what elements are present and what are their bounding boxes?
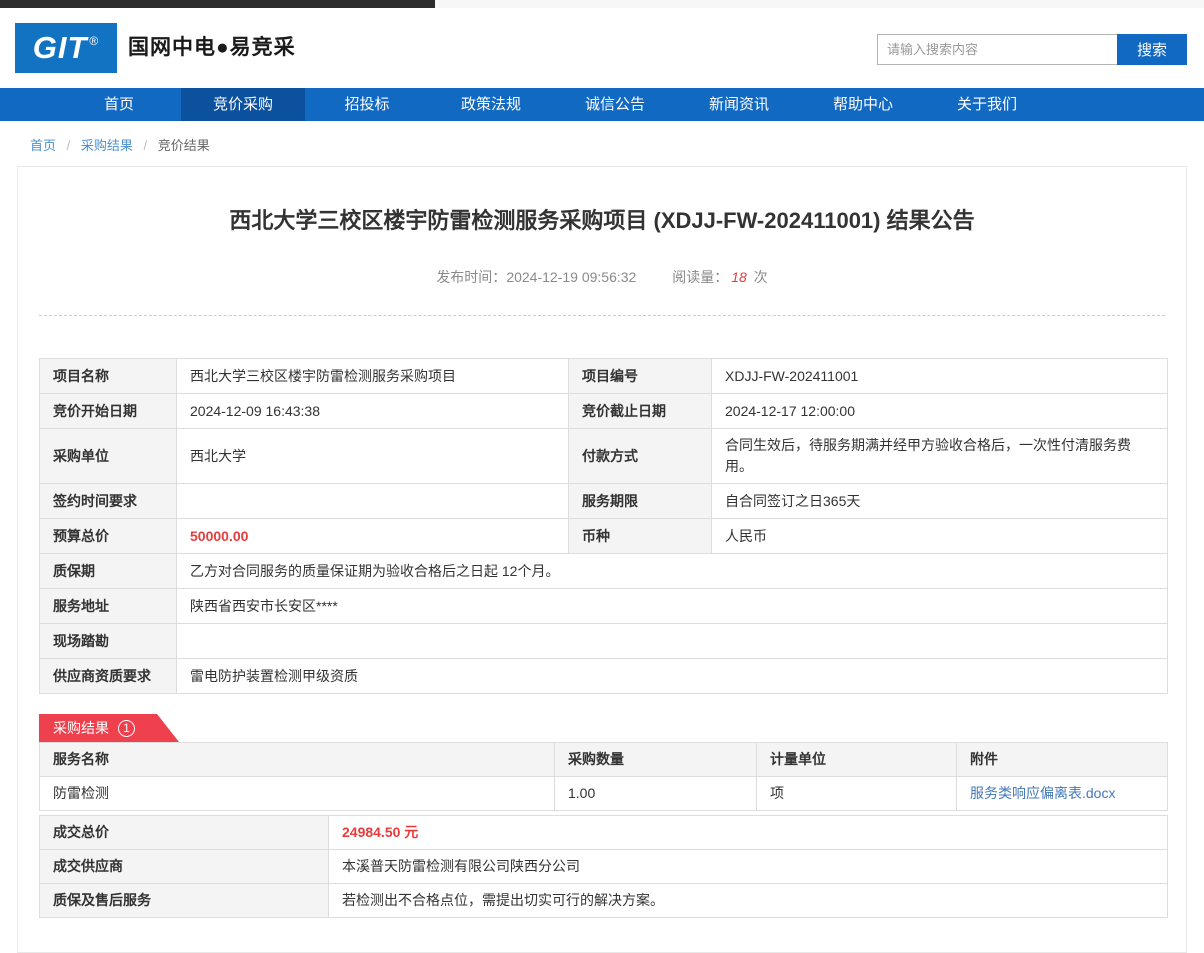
info-value: 西北大学 bbox=[177, 429, 569, 484]
column-header-attachment: 附件 bbox=[957, 743, 1168, 777]
budget-total-value: 50000.00 bbox=[177, 519, 569, 554]
nav-item-home[interactable]: 首页 bbox=[57, 88, 181, 121]
info-value: 西北大学三校区楼宇防雷检测服务采购项目 bbox=[177, 359, 569, 394]
top-strip-dark-segment bbox=[0, 0, 435, 8]
info-value: 合同生效后，待服务期满并经甲方验收合格后，一次性付清服务费用。 bbox=[712, 429, 1168, 484]
page-title: 西北大学三校区楼宇防雷检测服务采购项目 (XDJJ-FW-202411001) … bbox=[39, 203, 1165, 235]
nav-item-integrity-notice[interactable]: 诚信公告 bbox=[553, 88, 677, 121]
table-row: 服务地址 陕西省西安市长安区**** bbox=[40, 589, 1168, 624]
deal-summary-table: 成交总价 24984.50 元 成交供应商 本溪普天防雷检测有限公司陕西分公司 … bbox=[39, 815, 1168, 918]
breadcrumb-home-link[interactable]: 首页 bbox=[30, 138, 56, 153]
info-label: 采购单位 bbox=[40, 429, 177, 484]
nav-item-help-center[interactable]: 帮助中心 bbox=[801, 88, 925, 121]
info-value: 2024-12-09 16:43:38 bbox=[177, 394, 569, 429]
attachment-cell: 服务类响应偏离表.docx bbox=[957, 777, 1168, 811]
column-header-quantity: 采购数量 bbox=[555, 743, 757, 777]
info-label: 供应商资质要求 bbox=[40, 659, 177, 694]
info-value: XDJJ-FW-202411001 bbox=[712, 359, 1168, 394]
purchase-result-table: 服务名称 采购数量 计量单位 附件 防雷检测 1.00 项 服务类响应偏离表.d… bbox=[39, 742, 1168, 811]
main-nav: 首页 竞价采购 招投标 政策法规 诚信公告 新闻资讯 帮助中心 关于我们 bbox=[0, 88, 1204, 121]
top-strip bbox=[0, 0, 1204, 8]
info-label: 现场踏勘 bbox=[40, 624, 177, 659]
table-row: 采购单位 西北大学 付款方式 合同生效后，待服务期满并经甲方验收合格后，一次性付… bbox=[40, 429, 1168, 484]
breadcrumb-separator: / bbox=[144, 138, 148, 153]
summary-label: 质保及售后服务 bbox=[40, 884, 329, 918]
info-value: 雷电防护装置检测甲级资质 bbox=[177, 659, 1168, 694]
info-label: 服务地址 bbox=[40, 589, 177, 624]
search-bar: 搜索 bbox=[877, 34, 1187, 65]
dashed-divider bbox=[39, 315, 1165, 316]
breadcrumb-separator: / bbox=[67, 138, 71, 153]
announcement-card: 西北大学三校区楼宇防雷检测服务采购项目 (XDJJ-FW-202411001) … bbox=[17, 166, 1187, 953]
table-row: 成交总价 24984.50 元 bbox=[40, 816, 1168, 850]
info-label: 竞价截止日期 bbox=[569, 394, 712, 429]
site-brand-title: 国网中电●易竞采 bbox=[128, 8, 296, 88]
info-value: 陕西省西安市长安区**** bbox=[177, 589, 1168, 624]
search-input[interactable] bbox=[877, 34, 1117, 65]
nav-item-policy[interactable]: 政策法规 bbox=[429, 88, 553, 121]
table-header-row: 服务名称 采购数量 计量单位 附件 bbox=[40, 743, 1168, 777]
service-name-cell: 防雷检测 bbox=[40, 777, 555, 811]
summary-label: 成交供应商 bbox=[40, 850, 329, 884]
unit-cell: 项 bbox=[757, 777, 957, 811]
logo-text: GIT bbox=[33, 30, 88, 66]
nav-item-news[interactable]: 新闻资讯 bbox=[677, 88, 801, 121]
breadcrumb: 首页 / 采购结果 / 竞价结果 bbox=[0, 121, 1204, 166]
deal-total-price: 24984.50 元 bbox=[329, 816, 1168, 850]
info-value: 乙方对合同服务的质量保证期为验收合格后之日起 12个月。 bbox=[177, 554, 1168, 589]
info-label: 付款方式 bbox=[569, 429, 712, 484]
ribbon-label: 采购结果 bbox=[53, 718, 109, 738]
registered-trademark-icon: ® bbox=[89, 34, 99, 48]
info-label: 服务期限 bbox=[569, 484, 712, 519]
column-header-service-name: 服务名称 bbox=[40, 743, 555, 777]
attachment-link[interactable]: 服务类响应偏离表.docx bbox=[970, 785, 1115, 801]
info-label: 签约时间要求 bbox=[40, 484, 177, 519]
table-row: 防雷检测 1.00 项 服务类响应偏离表.docx bbox=[40, 777, 1168, 811]
breadcrumb-current-page: 竞价结果 bbox=[158, 138, 210, 153]
article-meta: 发布时间：2024-12-19 09:56:32 阅读量：18 次 bbox=[39, 267, 1165, 287]
table-row: 签约时间要求 服务期限 自合同签订之日365天 bbox=[40, 484, 1168, 519]
info-value: 自合同签订之日365天 bbox=[712, 484, 1168, 519]
breadcrumb-purchase-results-link[interactable]: 采购结果 bbox=[81, 138, 133, 153]
search-button[interactable]: 搜索 bbox=[1117, 34, 1187, 65]
nav-item-tender[interactable]: 招投标 bbox=[305, 88, 429, 121]
info-label: 预算总价 bbox=[40, 519, 177, 554]
quantity-cell: 1.00 bbox=[555, 777, 757, 811]
info-value: 2024-12-17 12:00:00 bbox=[712, 394, 1168, 429]
nav-item-bidding-purchase[interactable]: 竞价采购 bbox=[181, 88, 305, 121]
project-info-table: 项目名称 西北大学三校区楼宇防雷检测服务采购项目 项目编号 XDJJ-FW-20… bbox=[39, 358, 1168, 694]
info-value: 人民币 bbox=[712, 519, 1168, 554]
table-row: 竞价开始日期 2024-12-09 16:43:38 竞价截止日期 2024-1… bbox=[40, 394, 1168, 429]
purchase-result-ribbon: 采购结果 1 bbox=[39, 714, 179, 742]
winning-supplier: 本溪普天防雷检测有限公司陕西分公司 bbox=[329, 850, 1168, 884]
warranty-service: 若检测出不合格点位，需提出切实可行的解决方案。 bbox=[329, 884, 1168, 918]
info-label: 项目编号 bbox=[569, 359, 712, 394]
column-header-unit: 计量单位 bbox=[757, 743, 957, 777]
info-value bbox=[177, 624, 1168, 659]
info-label: 项目名称 bbox=[40, 359, 177, 394]
table-row: 成交供应商 本溪普天防雷检测有限公司陕西分公司 bbox=[40, 850, 1168, 884]
table-row: 项目名称 西北大学三校区楼宇防雷检测服务采购项目 项目编号 XDJJ-FW-20… bbox=[40, 359, 1168, 394]
summary-label: 成交总价 bbox=[40, 816, 329, 850]
site-header: GIT® 国网中电●易竞采 搜索 bbox=[0, 8, 1204, 88]
site-logo[interactable]: GIT® bbox=[15, 23, 117, 73]
publish-time: 发布时间：2024-12-19 09:56:32 bbox=[436, 269, 636, 285]
info-label: 竞价开始日期 bbox=[40, 394, 177, 429]
table-row: 质保及售后服务 若检测出不合格点位，需提出切实可行的解决方案。 bbox=[40, 884, 1168, 918]
table-row: 预算总价 50000.00 币种 人民币 bbox=[40, 519, 1168, 554]
info-label: 币种 bbox=[569, 519, 712, 554]
table-row: 质保期 乙方对合同服务的质量保证期为验收合格后之日起 12个月。 bbox=[40, 554, 1168, 589]
info-value bbox=[177, 484, 569, 519]
view-count-number: 18 bbox=[731, 269, 747, 285]
info-label: 质保期 bbox=[40, 554, 177, 589]
nav-item-about-us[interactable]: 关于我们 bbox=[925, 88, 1049, 121]
table-row: 供应商资质要求 雷电防护装置检测甲级资质 bbox=[40, 659, 1168, 694]
table-row: 现场踏勘 bbox=[40, 624, 1168, 659]
result-count-badge: 1 bbox=[118, 720, 135, 737]
view-count: 阅读量：18 次 bbox=[672, 269, 767, 285]
